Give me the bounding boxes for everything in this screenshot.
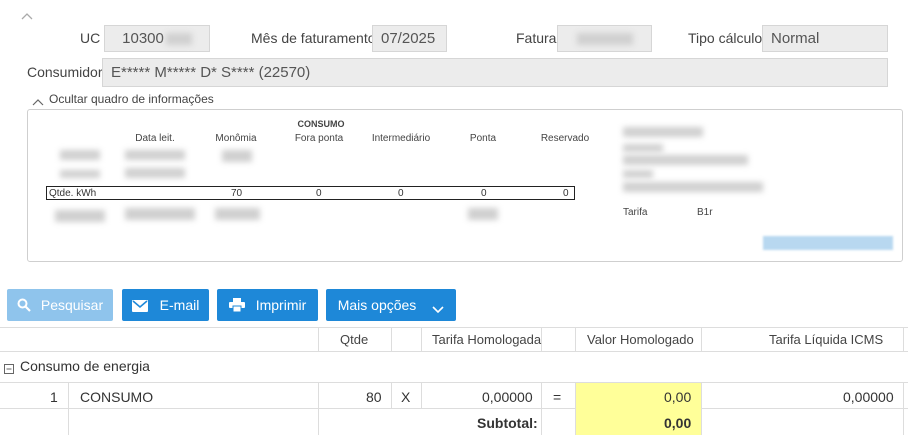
tipo-field[interactable]: Normal (762, 25, 888, 52)
subtotal-value: 0,00 (664, 415, 692, 431)
row-qtde: 80 (366, 389, 382, 405)
row-name: CONSUMO (80, 389, 154, 405)
redacted-info-5 (623, 182, 763, 192)
mais-opcoes-label: Mais opções (337, 297, 417, 313)
col-fora-ponta: Fora ponta (294, 133, 344, 144)
row-sep-1 (68, 383, 69, 435)
envelope-icon (131, 299, 148, 312)
tipo-label: Tipo cálculo (688, 30, 763, 46)
fatura-redacted (576, 32, 633, 45)
col-ponta: Ponta (469, 133, 497, 144)
collapse-minus-icon[interactable] (4, 361, 14, 374)
row-tarifa: 0,00000 (482, 389, 533, 405)
table-header-border (0, 351, 908, 352)
col-intermediario: Intermediário (371, 133, 431, 144)
imprimir-button[interactable]: Imprimir (217, 289, 318, 321)
col-sep-3 (421, 327, 422, 351)
info-toggle[interactable]: Ocultar quadro de informações (32, 92, 214, 106)
col-reservado: Reservado (540, 133, 590, 144)
redacted-info-3 (623, 155, 748, 165)
search-icon (17, 298, 31, 312)
chevron-down-icon (432, 301, 444, 314)
qtde-kwh-label: Qtde. kWh (49, 187, 97, 199)
row-op: X (401, 389, 411, 405)
redacted-row-2 (60, 170, 100, 178)
col-sep-2 (391, 327, 392, 351)
redacted-row-3b (125, 208, 195, 220)
printer-icon (228, 298, 245, 313)
pesquisar-label: Pesquisar (40, 297, 104, 313)
imprimir-label: Imprimir (255, 297, 307, 313)
pesquisar-button[interactable]: Pesquisar (7, 289, 113, 321)
redacted-row-3c (215, 208, 260, 220)
collapse-chevron-icon[interactable] (20, 8, 34, 20)
th-tarifa-liquida-icms: Tarifa Líquida ICMS (769, 332, 884, 347)
mes-label: Mês de faturamento (251, 30, 376, 46)
qtde-monomia: 70 (231, 187, 243, 199)
col-sep-5 (575, 327, 576, 351)
row-sep-2 (318, 383, 319, 435)
redacted-row-1c (222, 150, 252, 162)
redacted-row-3d (468, 208, 498, 220)
tarifa-value: B1r (697, 207, 713, 218)
row-sep-8 (903, 383, 904, 435)
row-index: 1 (50, 389, 58, 405)
redacted-row-1 (60, 150, 100, 160)
redacted-row-2b (125, 168, 185, 178)
redacted-info-2 (623, 144, 663, 152)
uc-field[interactable]: 10300 (104, 25, 210, 52)
chevron-up-icon (32, 95, 44, 106)
redacted-link (763, 236, 893, 250)
col-sep-4 (541, 327, 542, 351)
group-border (0, 382, 908, 383)
fatura-field[interactable] (557, 25, 652, 52)
redacted-row-1b (125, 150, 185, 160)
table-top-border (0, 327, 908, 328)
th-tarifa-homologada: Tarifa Homologada (432, 332, 542, 347)
th-qtde: Qtde (340, 332, 369, 347)
mais-opcoes-button[interactable]: Mais opções (326, 289, 456, 321)
uc-redacted (165, 32, 192, 45)
col-data-leit: Data leit. (135, 133, 175, 144)
th-valor-homologado: Valor Homologado (587, 332, 694, 347)
mes-field[interactable]: 07/2025 (372, 25, 447, 52)
row-sep-7 (701, 383, 702, 435)
row-liquida: 0,00000 (843, 389, 894, 405)
email-button[interactable]: E-mail (122, 289, 209, 321)
row-sep-5 (541, 383, 542, 435)
email-label: E-mail (159, 297, 200, 313)
redacted-info-4 (623, 170, 653, 178)
group-label: Consumo de energia (20, 358, 150, 374)
col-sep-6 (701, 327, 702, 351)
row-eq: = (553, 389, 562, 405)
row-sep-3 (391, 383, 392, 408)
qtde-fora-ponta: 0 (316, 187, 322, 199)
consumo-group-header: CONSUMO (297, 119, 345, 129)
redacted-info-1 (623, 127, 703, 137)
col-sep-1 (318, 327, 319, 351)
qtde-ponta: 0 (481, 187, 487, 199)
consumidor-value: E***** M***** D* S**** (22570) (111, 64, 311, 81)
col-sep-7 (903, 327, 904, 351)
col-monomia: Monômia (215, 133, 257, 144)
subtotal-label: Subtotal: (477, 415, 538, 431)
qtde-intermediario: 0 (398, 187, 404, 199)
uc-value: 10300 (122, 30, 164, 47)
row-valor: 0,00 (664, 389, 692, 405)
fatura-label: Fatura (516, 30, 557, 46)
redacted-row-3 (55, 210, 105, 222)
mes-value: 07/2025 (381, 30, 436, 47)
qtde-reservado: 0 (563, 187, 569, 199)
consumidor-field[interactable]: E***** M***** D* S**** (22570) (102, 58, 888, 87)
row-border (0, 408, 908, 409)
tipo-value: Normal (771, 30, 820, 47)
info-toggle-label: Ocultar quadro de informações (49, 92, 214, 106)
group-row-consumo[interactable]: Consumo de energia (4, 358, 150, 374)
row-sep-4 (421, 383, 422, 408)
qtde-kwh-row: Qtde. kWh 70 0 0 0 0 (46, 186, 575, 200)
consumidor-label: Consumidor (27, 64, 103, 80)
tarifa-label: Tarifa (623, 207, 648, 218)
uc-label: UC (80, 30, 101, 46)
